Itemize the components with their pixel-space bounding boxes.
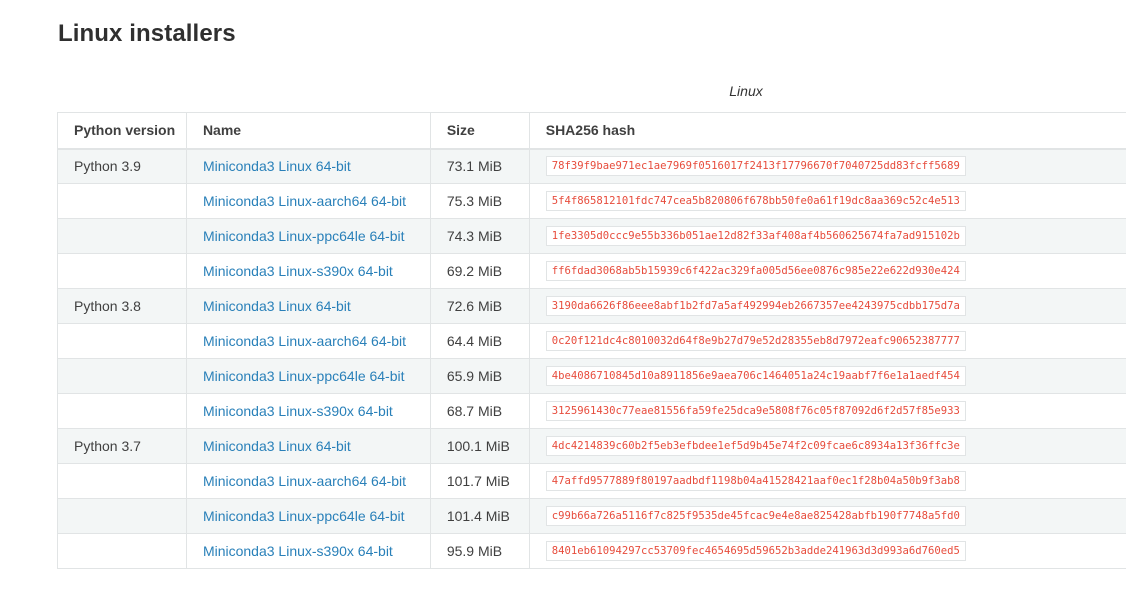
installer-name-cell: Miniconda3 Linux-ppc64le 64-bit	[185, 218, 431, 254]
sha256-hash-code: 5f4f865812101fdc747cea5b820806f678bb50fe…	[545, 191, 966, 211]
page: Linux installers Linux Python version Na…	[0, 0, 1126, 589]
table-row: Python 3.7 Miniconda3 Linux 64-bit 100.1 M…	[57, 428, 1126, 464]
page-title: Linux installers	[58, 20, 236, 47]
python-version-cell	[57, 463, 187, 499]
sha256-hash-code: 4dc4214839c60b2f5eb3efbdee1ef5d9b45e74f2…	[545, 436, 966, 456]
installer-name-cell: Miniconda3 Linux-ppc64le 64-bit	[185, 358, 431, 394]
python-version-cell	[57, 498, 187, 534]
python-version-cell	[57, 358, 187, 394]
sha256-hash-code: 4be4086710845d10a8911856e9aea706c1464051…	[545, 366, 966, 386]
installer-download-link[interactable]: Miniconda3 Linux-aarch64 64-bit	[203, 473, 406, 489]
table-header-row: Python version Name Size SHA256 hash	[57, 112, 1126, 150]
installer-download-link[interactable]: Miniconda3 Linux-ppc64le 64-bit	[203, 228, 405, 244]
installer-download-link[interactable]: Miniconda3 Linux-aarch64 64-bit	[203, 333, 406, 349]
size-cell: 65.9 MiB	[429, 358, 530, 394]
sha256-hash-code: c99b66a726a5116f7c825f9535de45fcac9e4e8a…	[545, 506, 966, 526]
sha256-hash-code: 0c20f121dc4c8010032d64f8e9b27d79e52d2835…	[545, 331, 966, 351]
size-cell: 95.9 MiB	[429, 533, 530, 569]
header-sha256-hash: SHA256 hash	[528, 112, 1126, 150]
header-name: Name	[185, 112, 431, 150]
installer-download-link[interactable]: Miniconda3 Linux-s390x 64-bit	[203, 263, 393, 279]
table-row: Python 3.8 Miniconda3 Linux 64-bit 72.6 Mi…	[57, 288, 1126, 324]
size-cell: 101.7 MiB	[429, 463, 530, 499]
sha256-hash-cell: 8401eb61094297cc53709fec4654695d59652b3a…	[528, 533, 1126, 569]
table-caption: Linux	[729, 83, 763, 99]
sha256-hash-cell: ff6fdad3068ab5b15939c6f422ac329fa005d56e…	[528, 253, 1126, 289]
sha256-hash-cell: 78f39f9bae971ec1ae7969f0516017f2413f1779…	[528, 148, 1126, 184]
size-cell: 73.1 MiB	[429, 148, 530, 184]
sha256-hash-code: 78f39f9bae971ec1ae7969f0516017f2413f1779…	[545, 156, 966, 177]
python-version-cell	[57, 183, 187, 219]
installer-download-link[interactable]: Miniconda3 Linux 64-bit	[203, 158, 351, 174]
table-row: Miniconda3 Linux-ppc64le 64-bit 101.4 MiB…	[57, 498, 1126, 534]
table-row: Miniconda3 Linux-s390x 64-bit 69.2 MiB ff6…	[57, 253, 1126, 289]
size-cell: 68.7 MiB	[429, 393, 530, 429]
installer-name-cell: Miniconda3 Linux-aarch64 64-bit	[185, 183, 431, 219]
installers-table: Python version Name Size SHA256 hash Pyt…	[57, 112, 1126, 569]
sha256-hash-cell: c99b66a726a5116f7c825f9535de45fcac9e4e8a…	[528, 498, 1126, 534]
sha256-hash-cell: 3125961430c77eae81556fa59fe25dca9e5808f7…	[528, 393, 1126, 429]
installer-name-cell: Miniconda3 Linux-s390x 64-bit	[185, 393, 431, 429]
sha256-hash-cell: 0c20f121dc4c8010032d64f8e9b27d79e52d2835…	[528, 323, 1126, 359]
installer-download-link[interactable]: Miniconda3 Linux 64-bit	[203, 438, 351, 454]
table-body: Python 3.9 Miniconda3 Linux 64-bit 73.1 Mi…	[57, 148, 1126, 569]
installer-download-link[interactable]: Miniconda3 Linux-aarch64 64-bit	[203, 193, 406, 209]
header-size: Size	[429, 112, 530, 150]
installer-download-link[interactable]: Miniconda3 Linux-s390x 64-bit	[203, 403, 393, 419]
python-version-cell: Python 3.9	[57, 148, 187, 184]
python-version-cell: Python 3.8	[57, 288, 187, 324]
table-row: Miniconda3 Linux-ppc64le 64-bit 65.9 MiB 4…	[57, 358, 1126, 394]
sha256-hash-code: 8401eb61094297cc53709fec4654695d59652b3a…	[545, 541, 966, 561]
installer-name-cell: Miniconda3 Linux-aarch64 64-bit	[185, 463, 431, 499]
size-cell: 64.4 MiB	[429, 323, 530, 359]
installer-name-cell: Miniconda3 Linux-ppc64le 64-bit	[185, 498, 431, 534]
python-version-cell	[57, 393, 187, 429]
sha256-hash-cell: 1fe3305d0ccc9e55b336b051ae12d82f33af408a…	[528, 218, 1126, 254]
python-version-cell	[57, 533, 187, 569]
installer-name-cell: Miniconda3 Linux-aarch64 64-bit	[185, 323, 431, 359]
table-row: Miniconda3 Linux-aarch64 64-bit 101.7 MiB…	[57, 463, 1126, 499]
installer-name-cell: Miniconda3 Linux-s390x 64-bit	[185, 253, 431, 289]
table-row: Miniconda3 Linux-ppc64le 64-bit 74.3 MiB 1…	[57, 218, 1126, 254]
installer-download-link[interactable]: Miniconda3 Linux-ppc64le 64-bit	[203, 368, 405, 384]
installer-download-link[interactable]: Miniconda3 Linux-s390x 64-bit	[203, 543, 393, 559]
size-cell: 75.3 MiB	[429, 183, 530, 219]
size-cell: 74.3 MiB	[429, 218, 530, 254]
sha256-hash-code: 3190da6626f86eee8abf1b2fd7a5af492994eb26…	[545, 296, 966, 316]
python-version-cell: Python 3.7	[57, 428, 187, 464]
table-row: Miniconda3 Linux-s390x 64-bit 95.9 MiB 840…	[57, 533, 1126, 569]
size-cell: 72.6 MiB	[429, 288, 530, 324]
installer-name-cell: Miniconda3 Linux 64-bit	[185, 288, 431, 324]
size-cell: 100.1 MiB	[429, 428, 530, 464]
sha256-hash-code: ff6fdad3068ab5b15939c6f422ac329fa005d56e…	[545, 261, 966, 281]
python-version-cell	[57, 218, 187, 254]
sha256-hash-code: 3125961430c77eae81556fa59fe25dca9e5808f7…	[545, 401, 966, 421]
table-row: Miniconda3 Linux-aarch64 64-bit 64.4 MiB 0…	[57, 323, 1126, 359]
sha256-hash-cell: 5f4f865812101fdc747cea5b820806f678bb50fe…	[528, 183, 1126, 219]
installer-download-link[interactable]: Miniconda3 Linux-ppc64le 64-bit	[203, 508, 405, 524]
installer-download-link[interactable]: Miniconda3 Linux 64-bit	[203, 298, 351, 314]
sha256-hash-cell: 3190da6626f86eee8abf1b2fd7a5af492994eb26…	[528, 288, 1126, 324]
sha256-hash-code: 1fe3305d0ccc9e55b336b051ae12d82f33af408a…	[545, 226, 966, 246]
table-row: Miniconda3 Linux-s390x 64-bit 68.7 MiB 312…	[57, 393, 1126, 429]
installer-name-cell: Miniconda3 Linux 64-bit	[185, 428, 431, 464]
table-row: Miniconda3 Linux-aarch64 64-bit 75.3 MiB 5…	[57, 183, 1126, 219]
table-row: Python 3.9 Miniconda3 Linux 64-bit 73.1 Mi…	[57, 148, 1126, 184]
sha256-hash-code: 47affd9577889f80197aadbdf1198b04a4152842…	[545, 471, 966, 491]
python-version-cell	[57, 253, 187, 289]
size-cell: 69.2 MiB	[429, 253, 530, 289]
installer-name-cell: Miniconda3 Linux-s390x 64-bit	[185, 533, 431, 569]
sha256-hash-cell: 47affd9577889f80197aadbdf1198b04a4152842…	[528, 463, 1126, 499]
python-version-cell	[57, 323, 187, 359]
sha256-hash-cell: 4dc4214839c60b2f5eb3efbdee1ef5d9b45e74f2…	[528, 428, 1126, 464]
installer-name-cell: Miniconda3 Linux 64-bit	[185, 148, 431, 184]
sha256-hash-cell: 4be4086710845d10a8911856e9aea706c1464051…	[528, 358, 1126, 394]
header-python-version: Python version	[57, 112, 187, 150]
size-cell: 101.4 MiB	[429, 498, 530, 534]
